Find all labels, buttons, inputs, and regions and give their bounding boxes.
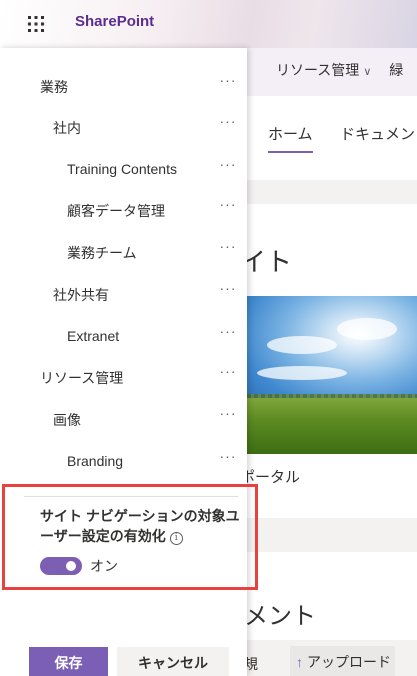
site-title-fragment: イト: [240, 247, 293, 277]
nav-item-label: リソース管理: [40, 370, 124, 386]
nav-item-label: 画像: [53, 412, 81, 428]
tab-home[interactable]: ホーム: [268, 123, 313, 153]
more-options-icon[interactable]: ···: [218, 156, 238, 176]
nav-item-label: Branding: [67, 453, 124, 469]
hub-nav-item-next[interactable]: 緑: [389, 62, 403, 78]
more-options-icon[interactable]: ···: [218, 405, 238, 425]
tab-documents[interactable]: ドキュメント: [340, 123, 417, 144]
more-options-icon[interactable]: ···: [218, 196, 238, 216]
documents-title-fragment: メント: [244, 603, 316, 630]
more-options-icon[interactable]: ···: [218, 323, 238, 343]
nav-item-label: 顧客データ管理: [67, 203, 165, 219]
hero-image-cloud: [257, 366, 347, 380]
nav-item-customer-data[interactable]: 顧客データ管理 ···: [0, 194, 247, 226]
sharepoint-brand-link[interactable]: SharePoint: [75, 13, 154, 30]
hero-image-sky: [247, 296, 417, 406]
section-divider: [247, 518, 417, 552]
highlight-annotation-box: [2, 484, 258, 590]
app-launcher-icon[interactable]: [24, 12, 48, 36]
hub-nav-item-resources[interactable]: リソース管理: [276, 62, 359, 78]
nav-item-label: 社内: [53, 120, 81, 136]
hero-image-grass: [247, 398, 417, 454]
upload-label: アップロード: [307, 654, 391, 670]
nav-item-gyomu[interactable]: 業務 ···: [0, 70, 247, 102]
suite-bar: SharePoint: [0, 0, 417, 48]
nav-item-external-share[interactable]: 社外共有 ···: [0, 278, 247, 310]
more-options-icon[interactable]: ···: [218, 72, 238, 92]
nav-item-extranet[interactable]: Extranet ···: [0, 321, 247, 353]
more-options-icon[interactable]: ···: [218, 280, 238, 300]
more-options-icon[interactable]: ···: [218, 113, 238, 133]
nav-item-label: 業務チーム: [67, 245, 137, 261]
hero-image-cloud: [337, 318, 397, 340]
more-options-icon[interactable]: ···: [218, 363, 238, 383]
nav-item-branding[interactable]: Branding ···: [0, 446, 247, 478]
upload-button[interactable]: ↑ アップロード: [290, 646, 395, 676]
upload-arrow-icon: ↑: [296, 654, 303, 670]
cancel-button[interactable]: キャンセル: [117, 647, 229, 676]
nav-item-label: 社外共有: [53, 287, 109, 303]
nav-item-business-team[interactable]: 業務チーム ···: [0, 236, 247, 268]
nav-item-label: Training Contents: [67, 161, 177, 177]
chevron-down-icon: ∨: [363, 66, 372, 78]
more-options-icon[interactable]: ···: [218, 238, 238, 258]
save-button[interactable]: 保存: [29, 647, 108, 676]
nav-item-label: Extranet: [67, 328, 120, 344]
nav-item-shanai[interactable]: 社内 ···: [0, 111, 247, 143]
hero-image[interactable]: [247, 296, 417, 454]
nav-item-images[interactable]: 画像 ···: [0, 403, 247, 435]
hero-image-cloud: [267, 336, 337, 354]
nav-item-resource-management[interactable]: リソース管理 ···: [0, 361, 247, 393]
section-divider: [247, 180, 417, 204]
more-options-icon[interactable]: ···: [218, 448, 238, 468]
nav-item-label: 業務: [40, 79, 68, 95]
hub-nav: リソース管理 ∨ 緑: [276, 60, 403, 80]
nav-item-training-contents[interactable]: Training Contents ···: [0, 154, 247, 186]
